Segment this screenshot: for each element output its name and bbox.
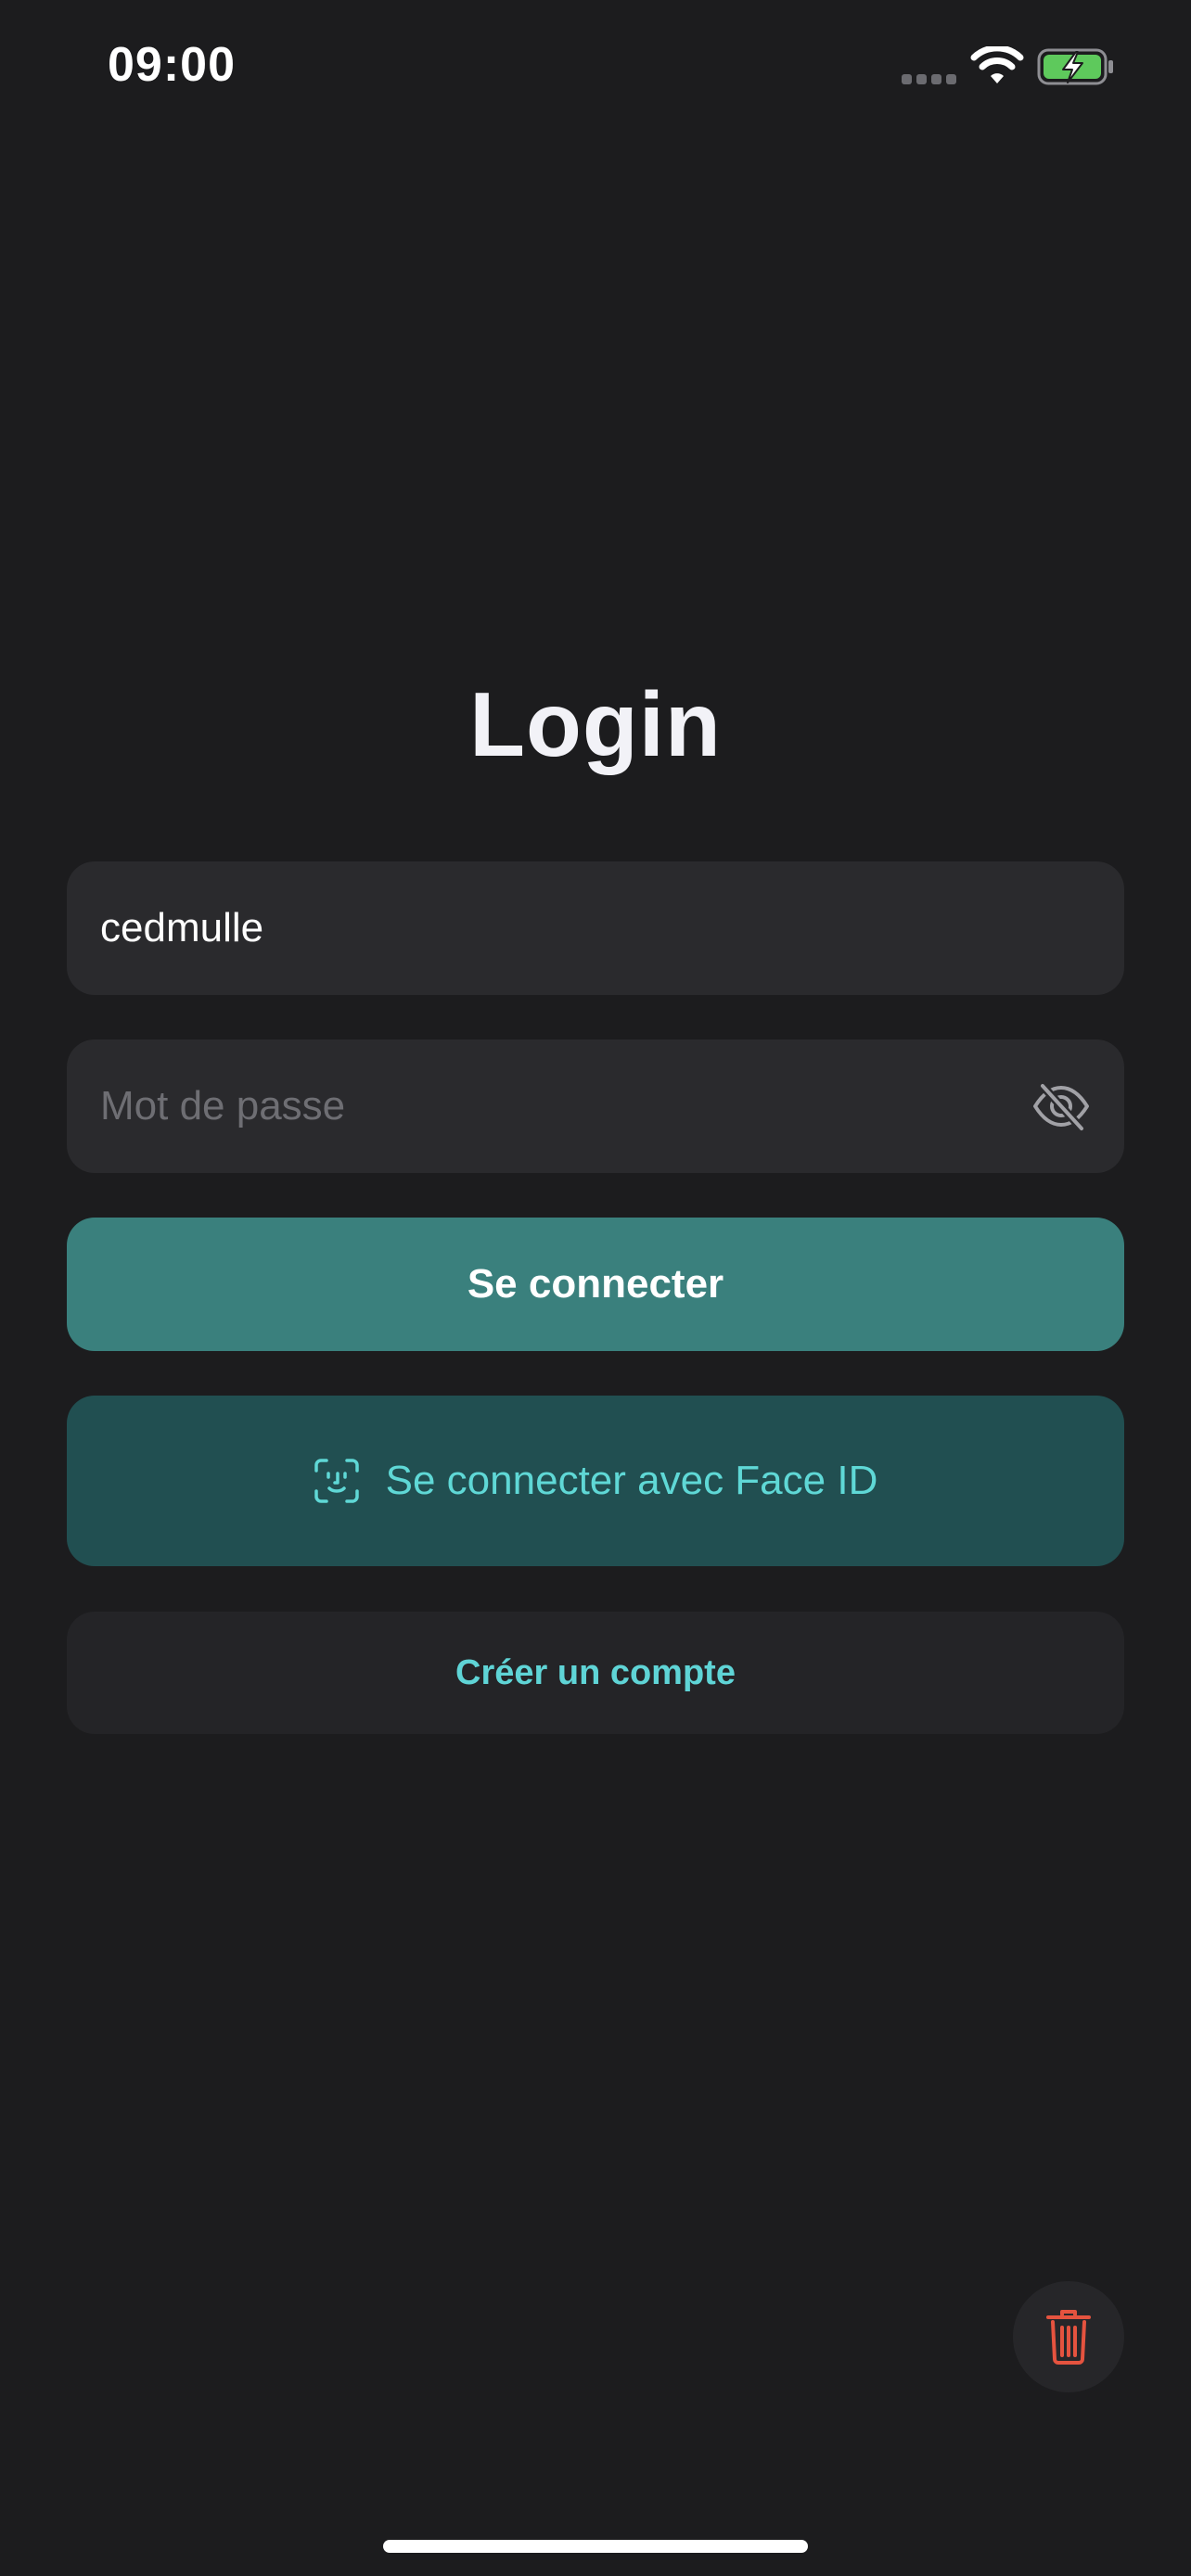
faceid-login-button[interactable]: Se connecter avec Face ID <box>67 1396 1124 1566</box>
face-id-icon <box>314 1459 359 1503</box>
wifi-icon <box>970 46 1024 83</box>
create-account-button[interactable]: Créer un compte <box>67 1612 1124 1734</box>
login-button-label: Se connecter <box>467 1261 724 1307</box>
home-indicator[interactable] <box>383 2540 808 2553</box>
faceid-button-label: Se connecter avec Face ID <box>385 1458 878 1503</box>
status-time: 09:00 <box>108 38 236 92</box>
battery-charging-icon <box>1037 48 1113 85</box>
create-account-label: Créer un compte <box>455 1652 736 1692</box>
login-button[interactable]: Se connecter <box>67 1218 1124 1351</box>
trash-icon <box>1046 2310 1091 2365</box>
delete-button[interactable] <box>1013 2281 1124 2392</box>
password-field[interactable] <box>67 1039 1124 1173</box>
password-input[interactable] <box>100 1039 991 1173</box>
cellular-signal-icon <box>902 74 957 85</box>
page-title: Login <box>469 673 722 775</box>
username-field[interactable] <box>67 861 1124 995</box>
status-bar: 09:00 <box>0 0 1191 130</box>
eye-slash-icon[interactable] <box>1031 1078 1091 1134</box>
username-input[interactable] <box>100 861 991 995</box>
